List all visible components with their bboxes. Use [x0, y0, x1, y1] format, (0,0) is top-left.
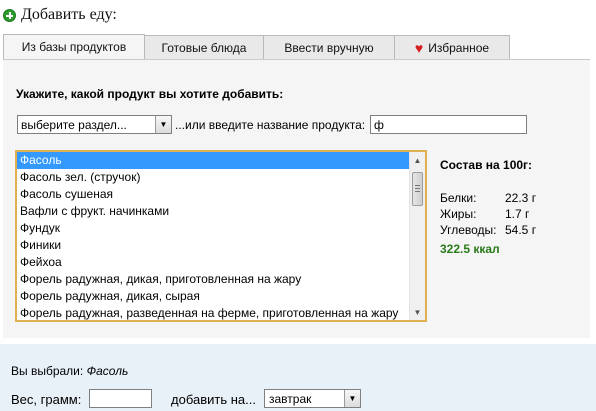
- or-label: ...или введите название продукта:: [175, 118, 366, 132]
- tab-favorites[interactable]: ♥ Избранное: [394, 35, 510, 59]
- list-item[interactable]: Финики: [17, 237, 409, 254]
- scroll-down-icon[interactable]: ▼: [410, 304, 425, 320]
- tab-manual-entry[interactable]: Ввести вручную: [263, 35, 395, 59]
- tab-label: Из базы продуктов: [21, 40, 127, 54]
- product-name-input[interactable]: [370, 115, 527, 134]
- nutrition-fat-value: 1.7 г: [505, 207, 530, 221]
- meal-select-value: завтрак: [269, 391, 312, 406]
- product-list-items: Фасоль Фасоль зел. (стручок) Фасоль суше…: [17, 152, 409, 320]
- nutrition-fat-label: Жиры:: [440, 207, 477, 221]
- heart-icon: ♥: [414, 39, 424, 56]
- list-item[interactable]: Вафли с фрукт. начинками: [17, 203, 409, 220]
- tab-bar: Из базы продуктов Готовые блюда Ввести в…: [3, 34, 510, 59]
- chosen-product: Вы выбрали: Фасоль: [11, 364, 128, 378]
- product-search-panel: Укажите, какой продукт вы хотите добавит…: [3, 59, 590, 338]
- plus-icon: [3, 9, 16, 22]
- list-item[interactable]: Форель радужная, дикая, сырая: [17, 288, 409, 305]
- meal-select[interactable]: завтрак ▼: [264, 389, 361, 408]
- tab-label: Ввести вручную: [284, 40, 374, 55]
- section-select[interactable]: выберите раздел... ▼: [17, 115, 172, 134]
- section-select-value: выберите раздел...: [21, 117, 127, 132]
- add-to-label: добавить на...: [171, 392, 256, 407]
- tab-database[interactable]: Из базы продуктов: [3, 34, 145, 59]
- chosen-value: Фасоль: [86, 364, 129, 378]
- tab-label: Готовые блюда: [161, 40, 247, 55]
- nutrition-carbs-value: 54.5 г: [505, 223, 537, 237]
- list-item[interactable]: Фундук: [17, 220, 409, 237]
- search-prompt: Укажите, какой продукт вы хотите добавит…: [16, 87, 284, 101]
- list-item[interactable]: Форель радужная, дикая, приготовленная н…: [17, 271, 409, 288]
- list-scrollbar[interactable]: ▲ ▼: [409, 152, 425, 320]
- list-item[interactable]: Форель радужная, разведенная на ферме, п…: [17, 305, 409, 320]
- list-item[interactable]: Фасоль сушеная: [17, 186, 409, 203]
- calories-value: 322.5 ккал: [440, 242, 500, 256]
- product-list[interactable]: Фасоль Фасоль зел. (стручок) Фасоль суше…: [15, 150, 427, 322]
- page-title: Добавить еду:: [3, 6, 117, 24]
- tab-ready-dishes[interactable]: Готовые блюда: [144, 35, 264, 59]
- chevron-down-icon[interactable]: ▼: [155, 116, 171, 133]
- page-title-text: Добавить еду:: [21, 6, 117, 23]
- list-item[interactable]: Фасоль: [17, 152, 409, 169]
- nutrition-protein-label: Белки:: [440, 191, 477, 205]
- nutrition-protein-value: 22.3 г: [505, 191, 537, 205]
- tab-label: Избранное: [428, 40, 490, 55]
- chosen-label: Вы выбрали:: [11, 364, 84, 378]
- list-item[interactable]: Фейхоа: [17, 254, 409, 271]
- nutrition-carbs-label: Углеводы:: [440, 223, 497, 237]
- scroll-up-icon[interactable]: ▲: [410, 152, 425, 168]
- weight-input[interactable]: [89, 389, 152, 408]
- scrollbar-thumb[interactable]: [412, 172, 423, 206]
- list-item[interactable]: Фасоль зел. (стручок): [17, 169, 409, 186]
- chevron-down-icon[interactable]: ▼: [344, 390, 360, 407]
- weight-label: Вес, грамм:: [11, 392, 82, 407]
- nutrition-title: Состав на 100г:: [440, 158, 533, 172]
- selection-panel: Вы выбрали: Фасоль Вес, грамм: добавить …: [0, 344, 596, 411]
